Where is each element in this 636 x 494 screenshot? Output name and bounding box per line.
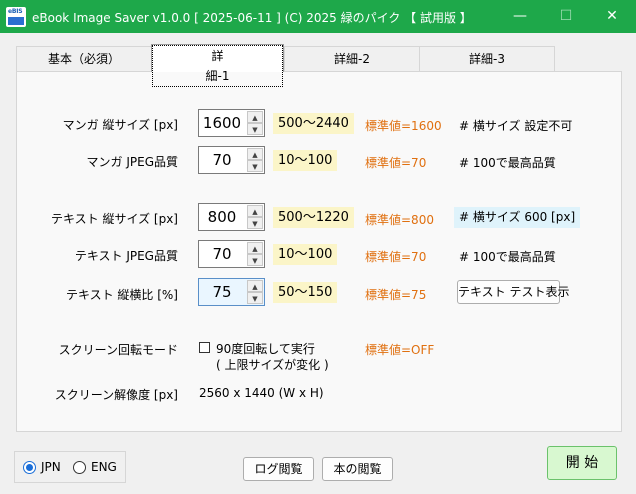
resolution-value: 2560 x 1440 (W x H): [199, 386, 324, 400]
close-button[interactable]: ✕: [589, 0, 635, 33]
manga-jpeg-spinner[interactable]: 70 ▲ ▼: [198, 146, 265, 174]
language-eng-radio[interactable]: [73, 461, 86, 474]
tab-detail-3[interactable]: 詳細-3: [419, 46, 555, 71]
window-title: eBook Image Saver v1.0.0 [ 2025-06-11 ] …: [32, 11, 472, 25]
spinner-down-icon[interactable]: ▼: [247, 160, 263, 172]
language-jpn-radio[interactable]: [23, 461, 36, 474]
rotation-standard: 標準値=OFF: [365, 343, 435, 357]
spinner-up-icon[interactable]: ▲: [247, 148, 263, 160]
text-jpeg-range: 10〜100: [273, 244, 338, 265]
text-ratio-label: テキスト 縦横比 [%]: [65, 288, 178, 302]
start-button[interactable]: 開 始: [547, 446, 617, 480]
app-window: eBIS eBook Image Saver v1.0.0 [ 2025-06-…: [0, 0, 636, 494]
rotation-sub-label: ( 上限サイズが変化 ): [216, 358, 329, 372]
resolution-label: スクリーン解像度 [px]: [54, 388, 178, 402]
spinner-up-icon[interactable]: ▲: [247, 242, 263, 254]
manga-height-standard: 標準値=1600: [365, 119, 442, 133]
text-height-spinner[interactable]: 800 ▲ ▼: [198, 203, 265, 231]
app-icon-text: eBIS: [8, 8, 23, 15]
text-height-range: 500〜1220: [273, 207, 354, 228]
minimize-button[interactable]: —: [497, 0, 543, 33]
manga-jpeg-value[interactable]: 70: [199, 147, 245, 173]
spinner-down-icon[interactable]: ▼: [247, 217, 263, 229]
text-ratio-spinner[interactable]: 75 ▲ ▼: [198, 278, 265, 306]
text-ratio-range: 50〜150: [273, 282, 338, 303]
spinner-up-icon[interactable]: ▲: [247, 280, 263, 292]
tab-basic[interactable]: 基本（必須）: [16, 46, 152, 71]
spinner-up-icon[interactable]: ▲: [247, 111, 263, 123]
language-eng-label[interactable]: ENG: [91, 460, 117, 474]
book-view-button[interactable]: 本の閲覧: [322, 457, 393, 481]
tab-detail-1-label: 詳細-1: [152, 45, 283, 87]
spinner-up-icon[interactable]: ▲: [247, 205, 263, 217]
spinner-down-icon[interactable]: ▼: [247, 254, 263, 266]
text-ratio-value[interactable]: 75: [199, 279, 245, 305]
rotation-label: スクリーン回転モード: [58, 343, 178, 357]
log-view-button[interactable]: ログ閲覧: [243, 457, 314, 481]
manga-jpeg-range: 10〜100: [273, 150, 338, 171]
manga-jpeg-note: # 100で最高品質: [459, 156, 556, 170]
text-jpeg-spinner[interactable]: 70 ▲ ▼: [198, 240, 265, 268]
text-height-label: テキスト 縦サイズ [px]: [51, 212, 178, 226]
text-height-standard: 標準値=800: [365, 213, 434, 227]
text-jpeg-standard: 標準値=70: [365, 250, 427, 264]
text-test-display-button[interactable]: テキスト テスト表示: [457, 280, 569, 304]
spinner-down-icon[interactable]: ▼: [247, 123, 263, 135]
text-jpeg-note: # 100で最高品質: [459, 250, 556, 264]
rotation-checkbox[interactable]: [199, 342, 210, 353]
text-height-note: # 横サイズ 600 [px]: [454, 207, 581, 228]
rotation-checkbox-label[interactable]: 90度回転して実行: [216, 340, 315, 357]
manga-height-note: # 横サイズ 設定不可: [459, 119, 573, 133]
app-icon: eBIS: [6, 7, 26, 27]
maximize-button[interactable]: ☐: [543, 0, 589, 33]
manga-jpeg-label: マンガ JPEG品質: [86, 155, 178, 169]
manga-jpeg-standard: 標準値=70: [365, 156, 427, 170]
title-bar[interactable]: eBIS eBook Image Saver v1.0.0 [ 2025-06-…: [0, 0, 636, 33]
text-height-value[interactable]: 800: [199, 204, 245, 230]
text-ratio-standard: 標準値=75: [365, 288, 427, 302]
tab-detail-1[interactable]: 詳細-1: [151, 44, 284, 87]
manga-height-value[interactable]: 1600: [199, 110, 245, 136]
manga-height-label: マンガ 縦サイズ [px]: [62, 118, 178, 132]
language-jpn-label[interactable]: JPN: [41, 460, 61, 474]
manga-height-range: 500〜2440: [273, 113, 354, 134]
app-icon-book-shape: [8, 17, 24, 25]
text-jpeg-label: テキスト JPEG品質: [74, 249, 178, 263]
spinner-down-icon[interactable]: ▼: [247, 292, 263, 304]
manga-height-spinner[interactable]: 1600 ▲ ▼: [198, 109, 265, 137]
text-jpeg-value[interactable]: 70: [199, 241, 245, 267]
tab-detail-2[interactable]: 詳細-2: [284, 46, 420, 71]
